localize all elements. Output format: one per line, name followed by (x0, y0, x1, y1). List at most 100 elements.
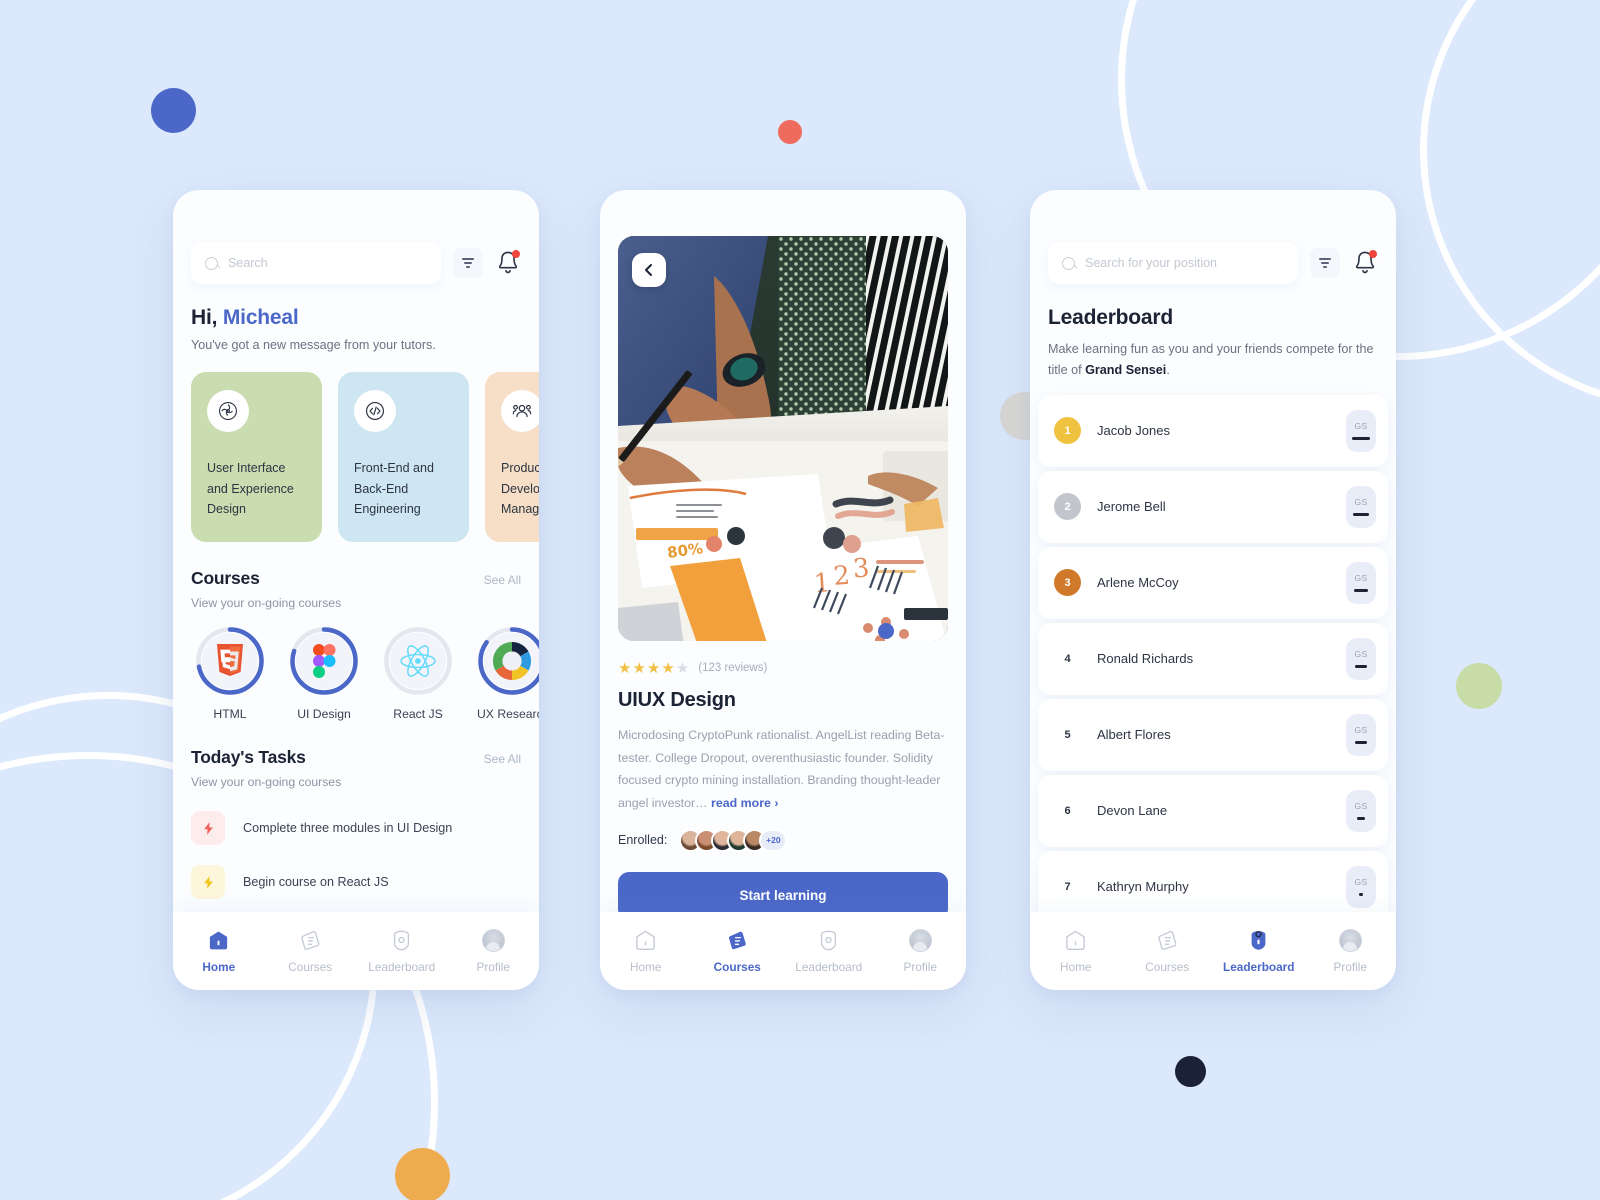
leaderboard-name: Kathryn Murphy (1097, 879, 1189, 895)
task-item[interactable]: Complete three modules in UI Design (191, 801, 521, 855)
category-card[interactable]: Front-End and Back-End Engineering (338, 372, 469, 542)
leaderboard-body: Leaderboard Make learning fun as you and… (1030, 190, 1396, 912)
svg-text:3: 3 (852, 553, 871, 584)
nav-item-profile[interactable]: Profile (448, 929, 540, 974)
nav-item-home[interactable]: Home (1030, 929, 1122, 974)
nav-item-label: Profile (903, 959, 937, 974)
tasks-title: Today's Tasks (191, 747, 306, 767)
code-brackets-icon (354, 390, 396, 432)
blue-dot (151, 88, 196, 133)
enrolled-avatars[interactable]: +20 (679, 828, 788, 852)
profile-avatar (908, 929, 932, 953)
bottom-navigation: Home Courses Leaderboard Profile (600, 912, 966, 990)
course-progress-ring (195, 626, 265, 696)
badge-progress-bar (1354, 664, 1368, 669)
home-icon (207, 929, 231, 953)
course-label: React JS (393, 707, 443, 721)
nav-item-profile[interactable]: Profile (875, 929, 967, 974)
bell-icon[interactable] (1352, 249, 1378, 277)
course-item[interactable]: UX Research (477, 626, 539, 721)
design-network-icon (207, 390, 249, 432)
bell-icon[interactable] (495, 249, 521, 277)
leaderboard-row[interactable]: 6 Devon Lane GS (1038, 774, 1388, 847)
rank-badge: 6 (1064, 804, 1071, 817)
nav-item-leaderboard[interactable]: Leaderboard (356, 929, 448, 974)
rating-row: ★ ★ ★ ★ ★ (123 reviews) (600, 641, 966, 677)
category-card[interactable]: Product Development Management (485, 372, 539, 542)
nav-item-home[interactable]: Home (600, 929, 692, 974)
grand-sensei-badge: GS (1346, 409, 1376, 452)
profile-avatar (1338, 929, 1362, 953)
nav-item-courses[interactable]: Courses (1122, 929, 1214, 974)
profile-avatar (481, 929, 505, 953)
grand-sensei-badge: GS (1346, 713, 1376, 756)
nav-item-leaderboard[interactable]: Leaderboard (1213, 929, 1305, 974)
task-label: Begin course on React JS (243, 875, 389, 889)
tasks-section-header: Today's Tasks See All (173, 721, 539, 768)
courses-icon (298, 929, 322, 953)
leaderboard-row[interactable]: 2 Jerome Bell GS (1038, 470, 1388, 543)
html5-icon (202, 633, 258, 689)
nav-item-home[interactable]: Home (173, 929, 265, 974)
nav-item-courses[interactable]: Courses (692, 929, 784, 974)
read-more-label: read more (711, 796, 771, 811)
leaderboard-name: Arlene McCoy (1097, 575, 1179, 591)
course-item[interactable]: UI Design (289, 626, 359, 721)
leaderboard-row[interactable]: 7 Kathryn Murphy GS (1038, 850, 1388, 912)
task-item[interactable]: Begin course on React JS (191, 855, 521, 909)
badge-label: GS (1354, 876, 1368, 887)
enrolled-label: Enrolled: (618, 833, 668, 848)
courses-see-all-link[interactable]: See All (484, 573, 521, 587)
course-description: Microdosing CryptoPunk rationalist. Ange… (600, 712, 966, 815)
filter-icon[interactable] (1310, 248, 1340, 278)
badge-label: GS (1354, 800, 1368, 811)
nav-item-profile[interactable]: Profile (1305, 929, 1397, 974)
leaderboard-row[interactable]: 3 Arlene McCoy GS (1038, 546, 1388, 619)
back-button[interactable] (632, 253, 666, 287)
grand-sensei-badge: GS (1346, 637, 1376, 680)
decorative-ring (1420, 0, 1600, 410)
react-icon (390, 633, 446, 689)
rank-badge: 1 (1054, 417, 1081, 445)
start-learning-button[interactable]: Start learning (618, 871, 948, 912)
nav-item-leaderboard[interactable]: Leaderboard (783, 929, 875, 974)
notification-badge (1369, 250, 1377, 258)
bolt-icon (191, 811, 225, 845)
bolt-icon (191, 865, 225, 899)
search-input[interactable] (228, 256, 435, 270)
search-row (173, 190, 539, 284)
search-input[interactable] (1085, 256, 1292, 270)
course-item[interactable]: HTML (195, 626, 265, 721)
category-card-title: User Interface and Experience Design (207, 461, 294, 517)
green-dot (1456, 663, 1502, 709)
badge-progress-bar (1358, 892, 1364, 897)
leaderboard-row[interactable]: 1 Jacob Jones GS (1038, 394, 1388, 467)
navy-dot (1175, 1056, 1206, 1087)
nav-item-label: Leaderboard (368, 959, 436, 974)
rank-badge: 5 (1064, 728, 1071, 741)
grand-sensei-badge: GS (1346, 561, 1376, 604)
grand-sensei-badge: GS (1346, 485, 1376, 528)
nav-item-courses[interactable]: Courses (265, 929, 357, 974)
leaderboard-row[interactable]: 4 Ronald Richards GS (1038, 622, 1388, 695)
nav-item-label: Leaderboard (1223, 959, 1295, 974)
leaderboard-name: Jerome Bell (1097, 499, 1166, 515)
course-item[interactable]: React JS (383, 626, 453, 721)
course-label: UI Design (297, 707, 351, 721)
badge-label: GS (1354, 724, 1368, 735)
category-card-title: Product Development Management (501, 461, 539, 517)
search-bar[interactable] (191, 242, 441, 284)
course-description-text: Microdosing CryptoPunk rationalist. Ange… (618, 728, 945, 811)
star-icon: ★ (632, 660, 646, 677)
phone-screen-leaderboard: Leaderboard Make learning fun as you and… (1030, 190, 1396, 990)
profile-avatar (908, 929, 932, 952)
tasks-see-all-link[interactable]: See All (484, 752, 521, 766)
read-more-link[interactable]: read more › (711, 796, 779, 810)
phone-screen-home: Hi, Micheal You've got a new message fro… (173, 190, 539, 990)
category-card[interactable]: User Interface and Experience Design (191, 372, 322, 542)
chevron-left-icon (645, 264, 652, 276)
badge-progress-bar (1353, 588, 1369, 593)
filter-icon[interactable] (453, 248, 483, 278)
leaderboard-row[interactable]: 5 Albert Flores GS (1038, 698, 1388, 771)
search-bar[interactable] (1048, 242, 1298, 284)
